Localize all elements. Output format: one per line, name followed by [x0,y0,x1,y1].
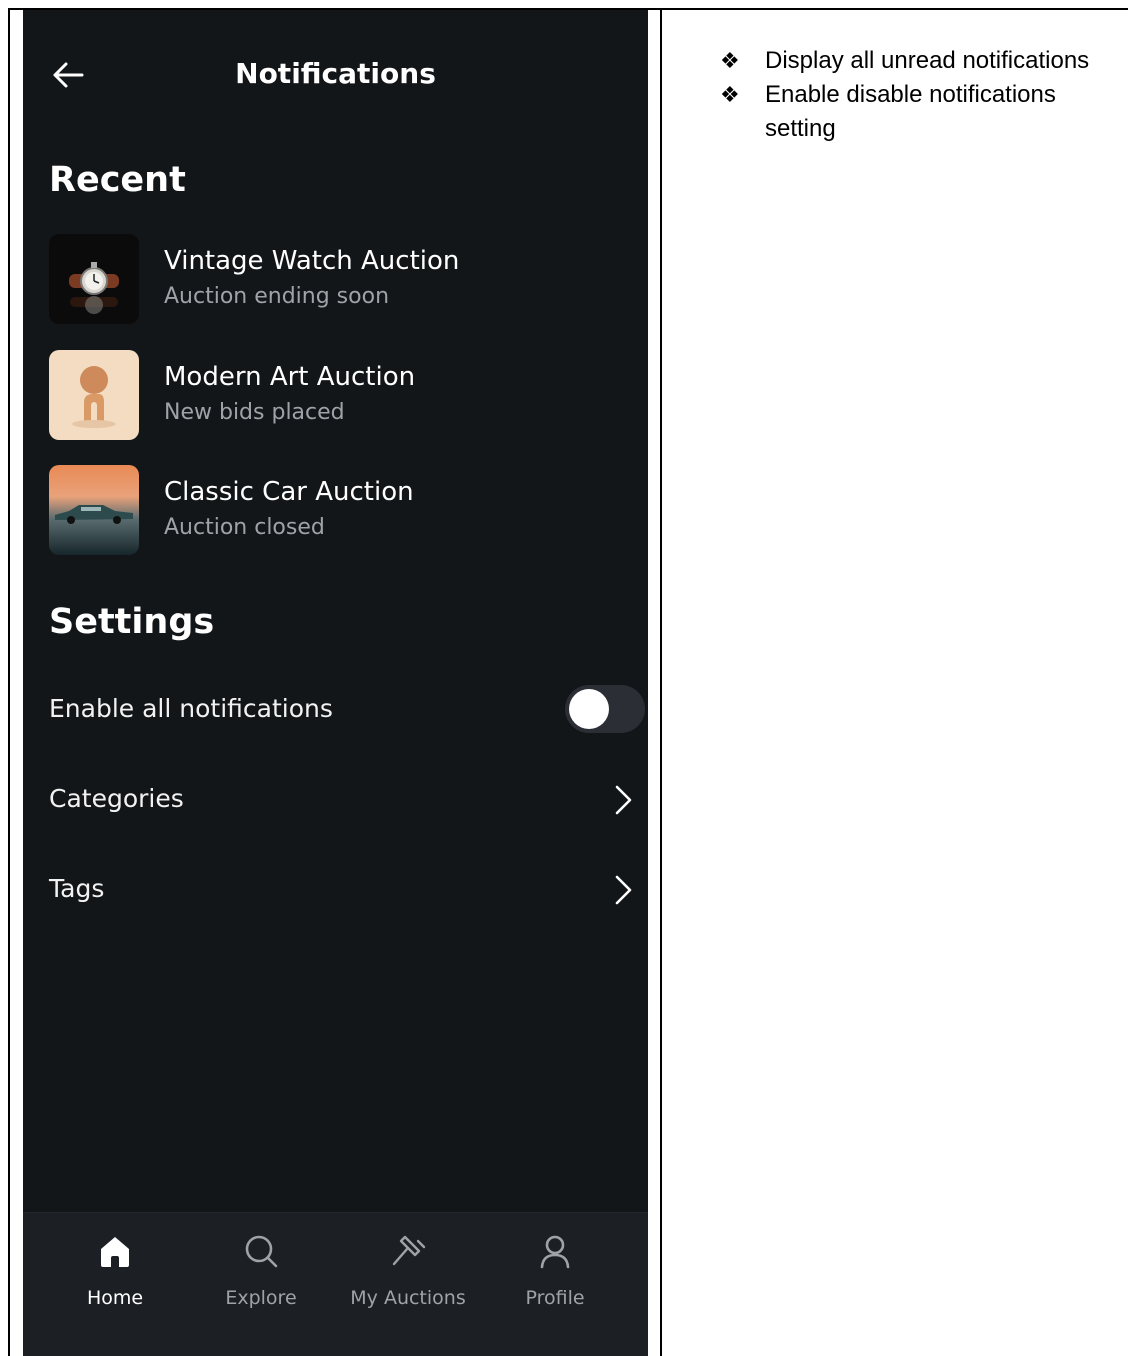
enable-all-notifications-label: Enable all notifications [49,694,333,723]
user-icon [540,1235,570,1269]
note-item: ❖ Enable disable notifications setting [720,78,1120,146]
tags-label: Tags [49,874,105,903]
categories-row[interactable]: Categories [49,770,639,830]
categories-label: Categories [49,784,184,813]
home-icon [101,1237,129,1267]
chevron-right-icon [615,785,632,815]
notification-subtitle: New bids placed [164,400,345,425]
notification-subtitle: Auction ending soon [164,284,390,309]
requirements-notes: ❖ Display all unread notifications ❖ Ena… [720,44,1120,146]
car-thumbnail [49,465,139,555]
notification-subtitle: Auction closed [164,515,325,540]
notification-title: Vintage Watch Auction [164,246,460,276]
page-title: Notifications [235,57,436,90]
nav-explore[interactable]: Explore [186,1213,336,1356]
notification-title: Modern Art Auction [164,362,416,392]
nav-label: My Auctions [350,1287,466,1309]
bottom-navigation: Home Explore My Auctions Profile [23,1212,648,1356]
nav-label: Explore [225,1287,297,1309]
column-divider [660,8,662,1356]
phone-screen: Notifications Recent Vintage Watch Aucti… [23,10,648,1356]
bullet-diamond-icon: ❖ [720,82,740,107]
nav-label: Home [86,1287,144,1309]
top-bar: Notifications [23,10,648,140]
enable-all-notifications-row: Enable all notifications [49,680,645,740]
recent-heading: Recent [49,160,186,200]
nav-profile[interactable]: Profile [480,1213,630,1356]
tags-row[interactable]: Tags [49,860,639,920]
note-item: ❖ Display all unread notifications [720,44,1120,78]
note-text: Display all unread notifications [765,47,1090,74]
enable-all-notifications-toggle[interactable] [565,685,645,733]
search-icon [245,1235,278,1268]
nav-my-auctions[interactable]: My Auctions [333,1213,483,1356]
nav-home[interactable]: Home [40,1213,190,1356]
notification-item[interactable]: Modern Art Auction New bids placed [49,350,629,440]
bullet-diamond-icon: ❖ [720,48,740,73]
notification-title: Classic Car Auction [164,477,414,507]
gavel-icon [392,1235,426,1266]
chevron-right-icon [615,875,632,905]
toggle-knob [569,689,609,729]
nav-label: Profile [525,1287,585,1309]
notification-item[interactable]: Vintage Watch Auction Auction ending soo… [49,234,629,324]
note-text: Enable disable notifications setting [765,81,1056,142]
watch-thumbnail [49,234,139,324]
notification-item[interactable]: Classic Car Auction Auction closed [49,465,629,555]
settings-heading: Settings [49,602,215,642]
art-thumbnail [49,350,139,440]
